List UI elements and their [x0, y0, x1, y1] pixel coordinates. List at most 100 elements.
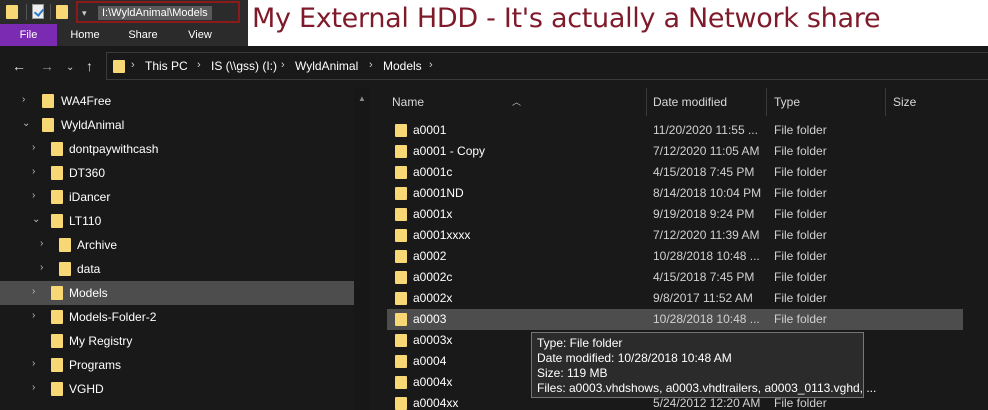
column-header-type[interactable]: Type — [774, 95, 800, 109]
file-row[interactable]: a0001ND 8/14/2018 10:04 PM File folder — [387, 183, 963, 204]
nav-item-my-registry[interactable]: My Registry — [0, 329, 354, 353]
arrow-up-icon[interactable]: ↑ — [86, 58, 93, 74]
folder-icon — [113, 60, 125, 73]
file-type: File folder — [774, 165, 827, 179]
file-type: File folder — [774, 270, 827, 284]
column-divider[interactable] — [766, 88, 767, 116]
file-date: 4/15/2018 7:45 PM — [653, 165, 755, 179]
nav-item-programs[interactable]: › Programs — [0, 353, 354, 377]
file-row[interactable]: a0002 10/28/2018 10:48 ... File folder — [387, 246, 963, 267]
nav-item-idancer[interactable]: › iDancer — [0, 185, 354, 209]
tab-home[interactable]: Home — [58, 24, 112, 46]
window-title-path: I:\WyldAnimal\Models — [98, 6, 212, 20]
tab-file[interactable]: File — [0, 24, 57, 46]
file-row[interactable]: a0002x 9/8/2017 11:52 AM File folder — [387, 288, 963, 309]
nav-item-wyldanimal[interactable]: ⌄ WyldAnimal — [0, 113, 354, 137]
file-row[interactable]: a0001c 4/15/2018 7:45 PM File folder — [387, 162, 963, 183]
nav-item-data[interactable]: › data — [0, 257, 354, 281]
expand-icon[interactable]: › — [32, 286, 35, 297]
divider — [50, 4, 51, 20]
chevron-right-icon[interactable]: › — [369, 59, 373, 71]
folder-info-tooltip: Type: File folder Date modified: 10/28/2… — [531, 332, 877, 398]
expand-icon[interactable]: › — [32, 358, 35, 369]
expand-icon[interactable]: › — [22, 94, 25, 105]
expand-icon[interactable]: › — [40, 238, 43, 249]
breadcrumb-this-pc[interactable]: This PC — [145, 59, 188, 73]
chevron-down-icon[interactable]: ⌄ — [66, 62, 74, 73]
breadcrumb-wyldanimal[interactable]: WyldAnimal — [295, 59, 358, 73]
properties-icon[interactable] — [32, 4, 44, 19]
arrow-left-icon[interactable]: ← — [12, 58, 26, 74]
file-name: a0004x — [413, 375, 453, 389]
quick-access-dropdown-icon[interactable]: ▾ — [82, 8, 87, 19]
file-row[interactable]: a0001xxxx 7/12/2020 11:39 AM File folder — [387, 225, 963, 246]
column-header-name[interactable]: Name — [392, 95, 424, 109]
nav-item-dontpaywithcash[interactable]: › dontpaywithcash — [0, 137, 354, 161]
folder-icon — [395, 166, 407, 179]
expand-icon[interactable]: › — [32, 142, 35, 153]
scroll-up-icon[interactable]: ▲ — [358, 94, 366, 103]
nav-item-lt110[interactable]: ⌄ LT110 — [0, 209, 354, 233]
address-row: ← → ⌄ ↑ › This PC › IS (\\gss) (I:) › Wy… — [0, 46, 988, 88]
breadcrumb-models[interactable]: Models — [383, 59, 422, 73]
chevron-right-icon[interactable]: › — [429, 59, 433, 71]
chevron-right-icon[interactable]: › — [281, 59, 285, 71]
folder-icon — [395, 313, 407, 326]
tooltip-files: Files: a0003.vhdshows, a0003.vhdtrailers… — [537, 381, 877, 395]
file-row[interactable]: a0001 11/20/2020 11:55 ... File folder — [387, 120, 963, 141]
nav-item-label: DT360 — [69, 166, 106, 180]
chevron-right-icon[interactable]: › — [197, 59, 201, 71]
nav-scrollbar[interactable]: ▲ — [354, 88, 370, 410]
nav-item-label: data — [77, 262, 101, 276]
file-date: 5/24/2012 12:20 AM — [653, 396, 761, 410]
folder-icon — [51, 166, 63, 180]
file-name: a0004xx — [413, 396, 459, 410]
nav-item-archive[interactable]: › Archive — [0, 233, 354, 257]
folder-icon — [395, 229, 407, 242]
nav-item-label: WA4Free — [61, 94, 112, 108]
arrow-right-icon[interactable]: → — [40, 58, 54, 74]
collapse-icon[interactable]: ⌄ — [22, 118, 30, 129]
column-header-size[interactable]: Size — [893, 95, 916, 109]
chevron-right-icon[interactable]: › — [131, 59, 135, 71]
expand-icon[interactable]: › — [32, 310, 35, 321]
folder-icon — [395, 292, 407, 305]
file-row-selected[interactable]: a0003 10/28/2018 10:48 ... File folder — [387, 309, 963, 330]
new-folder-icon[interactable] — [56, 5, 68, 19]
breadcrumb-drive[interactable]: IS (\\gss) (I:) — [211, 59, 277, 73]
folder-icon — [51, 334, 63, 348]
file-date: 9/8/2017 11:52 AM — [653, 291, 753, 305]
file-row[interactable]: a0001x 9/19/2018 9:24 PM File folder — [387, 204, 963, 225]
collapse-icon[interactable]: ⌄ — [32, 214, 40, 225]
nav-item-vghd[interactable]: › VGHD — [0, 377, 354, 401]
expand-icon[interactable]: › — [40, 262, 43, 273]
folder-icon — [395, 208, 407, 221]
column-divider[interactable] — [885, 88, 886, 116]
nav-item-models[interactable]: › Models — [0, 281, 354, 305]
expand-icon[interactable]: › — [32, 382, 35, 393]
tab-view[interactable]: View — [174, 24, 226, 46]
file-date: 7/12/2020 11:05 AM — [653, 144, 760, 158]
file-type: File folder — [774, 186, 827, 200]
folder-icon[interactable] — [6, 5, 18, 19]
folder-icon — [395, 355, 407, 368]
address-bar[interactable]: › This PC › IS (\\gss) (I:) › WyldAnimal… — [106, 52, 988, 80]
folder-icon — [51, 190, 63, 204]
divider — [26, 4, 27, 20]
nav-item-label: iDancer — [69, 190, 111, 204]
nav-item-models-folder-2[interactable]: › Models-Folder-2 — [0, 305, 354, 329]
column-divider[interactable] — [646, 88, 647, 116]
folder-icon — [395, 376, 407, 389]
file-name: a0001ND — [413, 186, 464, 200]
folder-icon — [42, 118, 54, 132]
tab-share[interactable]: Share — [115, 24, 171, 46]
column-header-date[interactable]: Date modified — [653, 95, 727, 109]
file-date: 9/19/2018 9:24 PM — [653, 207, 755, 221]
file-row[interactable]: a0001 - Copy 7/12/2020 11:05 AM File fol… — [387, 141, 963, 162]
file-row[interactable]: a0002c 4/15/2018 7:45 PM File folder — [387, 267, 963, 288]
expand-icon[interactable]: › — [32, 166, 35, 177]
nav-item-dt360[interactable]: › DT360 — [0, 161, 354, 185]
file-name: a0001 - Copy — [413, 144, 486, 158]
expand-icon[interactable]: › — [32, 190, 35, 201]
nav-item-wa4free[interactable]: › WA4Free — [0, 89, 354, 113]
